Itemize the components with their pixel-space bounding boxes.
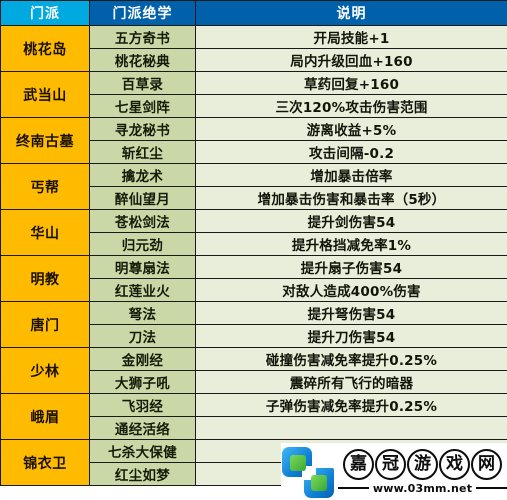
skill-name-cell: 擒龙术 bbox=[89, 163, 196, 187]
skill-name-cell: 归元劲 bbox=[89, 232, 196, 256]
spreadsheet-canvas: 门派 门派绝学 说明 桃花岛 五方奇书 开局技能+1 桃花秘典 局内升级回血+160 武当… bbox=[0, 0, 507, 500]
table-body: 桃花岛 五方奇书 开局技能+1 桃花秘典 局内升级回血+160 武当山 百草录 草药回复+16… bbox=[0, 25, 507, 486]
skill-name-cell: 百草录 bbox=[89, 71, 196, 95]
watermark-rule-right bbox=[476, 486, 507, 490]
skill-description-cell bbox=[195, 462, 507, 486]
column-header-description: 说明 bbox=[195, 0, 507, 26]
school-name-cell: 明教 bbox=[0, 255, 90, 302]
skill-name-cell: 寻龙秘书 bbox=[89, 117, 196, 141]
skill-name-cell: 飞羽经 bbox=[89, 393, 196, 417]
skill-description-cell: 提升格挡减免率1% bbox=[195, 232, 507, 256]
school-name-cell: 武当山 bbox=[0, 71, 90, 118]
skill-name-cell: 桃花秘典 bbox=[89, 48, 196, 72]
column-header-skill: 门派绝学 bbox=[89, 0, 196, 26]
skill-name-cell: 金刚经 bbox=[89, 347, 196, 371]
table-row: 华山 苍松剑法 提升剑伤害54 bbox=[0, 209, 507, 256]
skill-name-cell: 通经活络 bbox=[89, 416, 196, 440]
school-name-cell: 华山 bbox=[0, 209, 90, 256]
skill-name-cell: 红莲业火 bbox=[89, 278, 196, 302]
skill-name-cell: 七杀大保健 bbox=[89, 439, 196, 463]
table-row: 桃花岛 五方奇书 开局技能+1 bbox=[0, 25, 507, 72]
table-header: 门派 门派绝学 说明 bbox=[0, 0, 507, 26]
martial-arts-schools-table: 门派 门派绝学 说明 桃花岛 五方奇书 开局技能+1 桃花秘典 局内升级回血+160 武当… bbox=[0, 0, 507, 486]
table-row: 锦衣卫 七杀大保健 bbox=[0, 439, 507, 486]
skill-name-cell: 苍松剑法 bbox=[89, 209, 196, 233]
skill-description-cell: 提升弩伤害54 bbox=[195, 301, 507, 325]
skill-description-cell: 增加暴击倍率 bbox=[195, 163, 507, 187]
skill-description-cell: 提升刀伤害54 bbox=[195, 324, 507, 348]
skill-name-cell: 明尊扇法 bbox=[89, 255, 196, 279]
school-name-cell: 终南古墓 bbox=[0, 117, 90, 164]
skill-description-cell: 局内升级回血+160 bbox=[195, 48, 507, 72]
skill-description-cell: 攻击间隔-0.2 bbox=[195, 140, 507, 164]
skill-description-cell: 子弹伤害减免率提升0.25% bbox=[195, 393, 507, 417]
skill-name-cell: 斩红尘 bbox=[89, 140, 196, 164]
skill-description-cell: 碰撞伤害减免率提升0.25% bbox=[195, 347, 507, 371]
skill-description-cell: 开局技能+1 bbox=[195, 25, 507, 49]
skill-description-cell: 对敌人造成400%伤害 bbox=[195, 278, 507, 302]
skill-description-cell: 震碎所有飞行的暗器 bbox=[195, 370, 507, 394]
school-name-cell: 峨眉 bbox=[0, 393, 90, 440]
watermark-rule-left bbox=[338, 486, 369, 490]
table-row: 峨眉 飞羽经 子弹伤害减免率提升0.25% bbox=[0, 393, 507, 440]
header-row: 门派 门派绝学 说明 bbox=[0, 0, 507, 26]
skill-name-cell: 弩法 bbox=[89, 301, 196, 325]
table-row: 丐帮 擒龙术 增加暴击倍率 bbox=[0, 163, 507, 210]
skill-name-cell: 五方奇书 bbox=[89, 25, 196, 49]
table-row: 终南古墓 寻龙秘书 游离收益+5% bbox=[0, 117, 507, 164]
skill-name-cell: 大狮子吼 bbox=[89, 370, 196, 394]
school-name-cell: 丐帮 bbox=[0, 163, 90, 210]
table-row: 武当山 百草录 草药回复+160 bbox=[0, 71, 507, 118]
skill-description-cell: 增加暴击伤害和暴击率（5秒） bbox=[195, 186, 507, 210]
table-row: 少林 金刚经 碰撞伤害减免率提升0.25% bbox=[0, 347, 507, 394]
table-row: 明教 明尊扇法 提升扇子伤害54 bbox=[0, 255, 507, 302]
table-row: 唐门 弩法 提升弩伤害54 bbox=[0, 301, 507, 348]
column-header-school: 门派 bbox=[0, 0, 90, 26]
skill-name-cell: 刀法 bbox=[89, 324, 196, 348]
school-name-cell: 锦衣卫 bbox=[0, 439, 90, 486]
skill-description-cell: 草药回复+160 bbox=[195, 71, 507, 95]
skill-description-cell: 提升扇子伤害54 bbox=[195, 255, 507, 279]
skill-name-cell: 醉仙望月 bbox=[89, 186, 196, 210]
skill-description-cell: 提升剑伤害54 bbox=[195, 209, 507, 233]
skill-description-cell bbox=[195, 416, 507, 440]
skill-description-cell bbox=[195, 439, 507, 463]
skill-description-cell: 游离收益+5% bbox=[195, 117, 507, 141]
skill-name-cell: 红尘如梦 bbox=[89, 462, 196, 486]
skill-name-cell: 七星剑阵 bbox=[89, 94, 196, 118]
school-name-cell: 桃花岛 bbox=[0, 25, 90, 72]
skill-description-cell: 三次120%攻击伤害范围 bbox=[195, 94, 507, 118]
school-name-cell: 唐门 bbox=[0, 301, 90, 348]
school-name-cell: 少林 bbox=[0, 347, 90, 394]
